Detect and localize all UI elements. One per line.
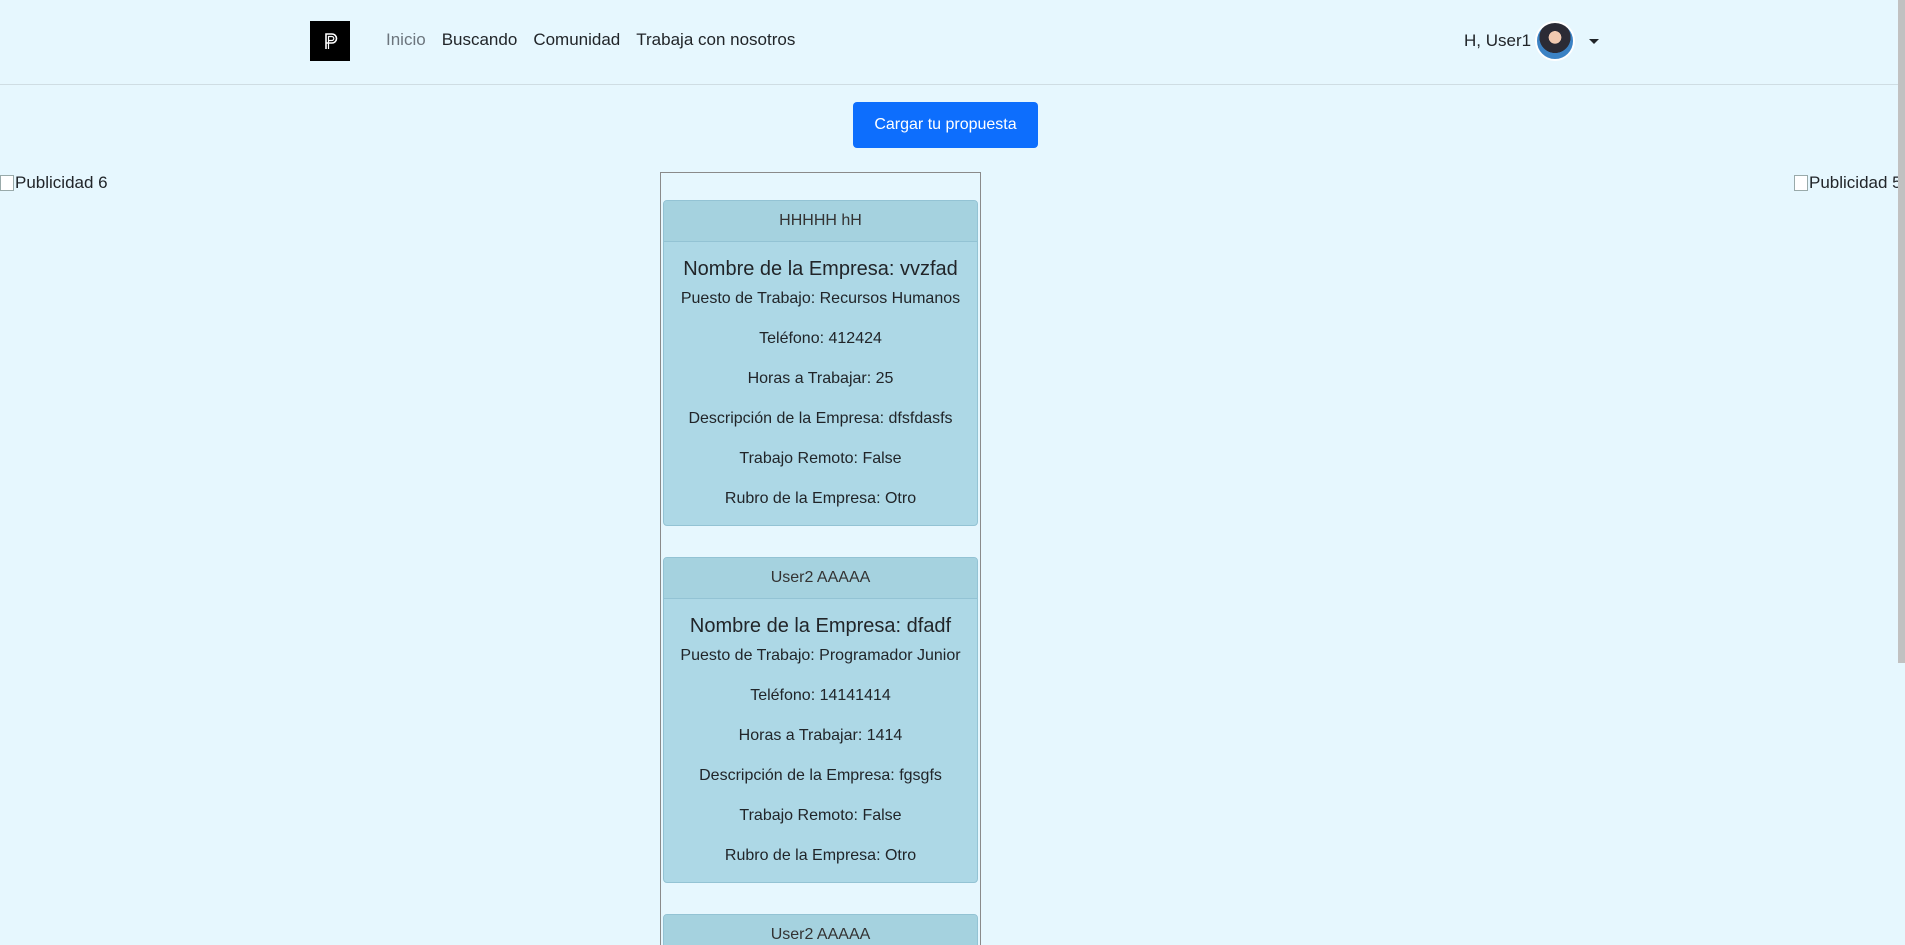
proposal-card: User2 AAAAA: [663, 914, 978, 945]
card-line-remoto: Trabajo Remoto: False: [739, 807, 902, 824]
user-greeting: H, User1: [1464, 31, 1532, 50]
card-title: Nombre de la Empresa: vvzfad: [683, 258, 958, 280]
card-line-telefono: Teléfono: 412424: [759, 330, 882, 347]
broken-image-icon: [0, 175, 14, 191]
nav-link-buscando[interactable]: Buscando: [442, 30, 518, 50]
proposal-card: HHHHH hH Nombre de la Empresa: vvzfad Pu…: [663, 200, 978, 526]
ad-right-alt: Publicidad 5: [1809, 173, 1902, 192]
card-line-descripcion: Descripción de la Empresa: fgsgfs: [699, 767, 942, 784]
brand-logo[interactable]: [310, 21, 350, 61]
navbar: Inicio Buscando Comunidad Trabaja con no…: [0, 0, 1905, 85]
ad-left-alt: Publicidad 6: [15, 173, 108, 192]
nav-link-trabaja-con-nosotros[interactable]: Trabaja con nosotros: [636, 30, 795, 50]
cargar-propuesta-button[interactable]: Cargar tu propuesta: [853, 102, 1038, 148]
avatar[interactable]: [1535, 21, 1576, 61]
user-menu[interactable]: H, User1: [1464, 20, 1600, 62]
proposals-feed: HHHHH hH Nombre de la Empresa: vvzfad Pu…: [660, 172, 981, 945]
nav-link-inicio[interactable]: Inicio: [386, 30, 426, 50]
card-line-puesto: Puesto de Trabajo: Recursos Humanos: [680, 290, 961, 307]
logo-p-icon: [325, 33, 338, 49]
proposal-card: User2 AAAAA Nombre de la Empresa: dfadf …: [663, 557, 978, 883]
card-header: HHHHH hH: [664, 201, 977, 242]
card-line-rubro: Rubro de la Empresa: Otro: [724, 847, 917, 864]
card-header: User2 AAAAA: [664, 915, 977, 945]
card-header: User2 AAAAA: [664, 558, 977, 599]
page-scrollbar[interactable]: [1898, 0, 1905, 663]
card-line-rubro: Rubro de la Empresa: Otro: [724, 490, 917, 507]
chevron-down-icon[interactable]: [1589, 38, 1600, 44]
card-title: Nombre de la Empresa: dfadf: [689, 615, 952, 637]
card-line-horas: Horas a Trabajar: 25: [747, 370, 894, 387]
nav-links: Inicio Buscando Comunidad Trabaja con no…: [386, 30, 811, 50]
card-line-descripcion: Descripción de la Empresa: dfsfdasfs: [688, 410, 953, 427]
card-line-remoto: Trabajo Remoto: False: [739, 450, 902, 467]
broken-image-icon: [1794, 175, 1808, 191]
card-line-puesto: Puesto de Trabajo: Programador Junior: [680, 647, 961, 664]
ad-right[interactable]: Publicidad 5: [1794, 173, 1902, 193]
card-line-telefono: Teléfono: 14141414: [750, 687, 891, 704]
ad-left[interactable]: Publicidad 6: [0, 173, 108, 193]
nav-link-comunidad[interactable]: Comunidad: [533, 30, 620, 50]
page: Inicio Buscando Comunidad Trabaja con no…: [0, 0, 1905, 945]
card-line-horas: Horas a Trabajar: 1414: [738, 727, 903, 744]
